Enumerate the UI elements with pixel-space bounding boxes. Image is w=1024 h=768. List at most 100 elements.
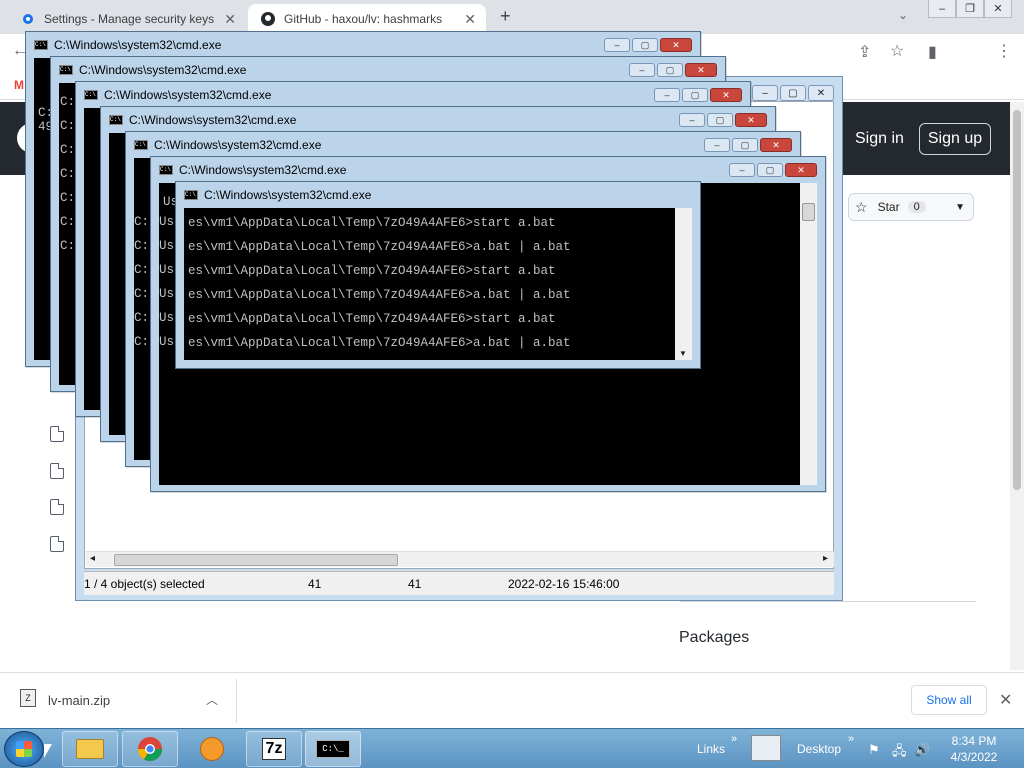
links-toolbar[interactable]: Links [697, 742, 725, 756]
chrome-taskbar-button[interactable] [122, 731, 178, 767]
gmail-icon[interactable]: M [14, 78, 24, 92]
tab-settings[interactable]: Settings - Manage security keys ✕ [8, 4, 246, 34]
new-tab-button[interactable]: + [500, 6, 518, 27]
scroll-right-icon[interactable]: ▸ [823, 553, 828, 564]
github-icon [260, 11, 276, 27]
window-title: C:\ C:\Windows\system32\cmd.exe [159, 163, 346, 177]
vertical-scrollbar[interactable] [800, 183, 817, 485]
divider [680, 601, 976, 602]
console-line: C: [134, 335, 150, 349]
minimize-button[interactable]: – [604, 38, 630, 52]
media-player-taskbar-button[interactable] [184, 731, 240, 767]
scroll-left-icon[interactable]: ◂ [90, 553, 95, 564]
download-bar: Z lv-main.zip ︿ Show all ✕ [0, 672, 1024, 727]
star-button[interactable]: ☆ Star 0 ▼ [848, 193, 974, 221]
network-icon[interactable]: 🖧 [892, 742, 907, 764]
stacked-prompt-fragments: Us Us Us Us Us Us [159, 210, 174, 354]
maximize-button[interactable]: ▢ [657, 63, 683, 77]
download-filename[interactable]: lv-main.zip [48, 693, 110, 708]
volume-icon[interactable]: 🔊 [914, 742, 930, 758]
console-line: C: [60, 239, 76, 253]
minimize-button[interactable]: – [704, 138, 730, 152]
flag-icon[interactable]: ⚑ [868, 742, 880, 758]
close-tab-icon[interactable]: ✕ [224, 11, 236, 28]
console-output[interactable]: es\vm1\AppData\Local\Temp\7zO49A4AFE6>st… [184, 208, 684, 360]
restore-button[interactable]: ▢ [780, 85, 806, 101]
show-all-button[interactable]: Show all [911, 685, 987, 715]
console-line: C: [134, 215, 150, 229]
window-title: C:\ C:\Windows\system32\cmd.exe [109, 113, 296, 127]
star-label: Star [877, 200, 900, 214]
window-controls: – ▢ ✕ [629, 63, 717, 77]
close-button[interactable]: ✕ [710, 88, 742, 102]
chevron-down-icon[interactable]: ▼ [955, 202, 965, 213]
maximize-button[interactable]: ▢ [732, 138, 758, 152]
menu-kebab-icon[interactable]: ⋮ [996, 41, 1012, 61]
cmd-window-front[interactable]: C:\ C:\Windows\system32\cmd.exe es\vm1\Ap… [175, 181, 701, 369]
close-button[interactable]: ✕ [984, 0, 1012, 18]
tab-github[interactable]: GitHub - haxou/lv: hashmarks ✕ [248, 4, 486, 34]
start-button[interactable] [4, 731, 44, 767]
minimize-button[interactable]: – [729, 163, 755, 177]
divider [236, 679, 237, 723]
window-title-text: C:\Windows\system32\cmd.exe [104, 88, 272, 102]
window-title-text: C:\Windows\system32\cmd.exe [179, 163, 347, 177]
minimize-button[interactable]: – [654, 88, 680, 102]
cmd-icon: C:\ [134, 140, 148, 150]
window-controls: – ▢ ✕ [654, 88, 742, 102]
toolbar-expand-icon[interactable]: » [848, 733, 854, 745]
bookmark-star-icon[interactable]: ☆ [890, 41, 904, 61]
tab-title: GitHub - haxou/lv: hashmarks [284, 12, 443, 26]
sign-in-link[interactable]: Sign in [855, 130, 904, 148]
explorer-taskbar-button[interactable] [62, 731, 118, 767]
close-button[interactable]: ✕ [760, 138, 792, 152]
close-button[interactable]: ✕ [660, 38, 692, 52]
close-tab-icon[interactable]: ✕ [464, 11, 476, 28]
vertical-scrollbar[interactable]: ▼ [675, 208, 692, 360]
console-line: C: [60, 167, 76, 181]
maximize-button[interactable]: ▢ [632, 38, 658, 52]
pen-icon[interactable] [751, 735, 781, 761]
window-title-text: C:\Windows\system32\cmd.exe [79, 63, 247, 77]
close-button[interactable]: ✕ [735, 113, 767, 127]
sign-up-button[interactable]: Sign up [919, 123, 991, 155]
cmd-taskbar-button[interactable]: C:\_ [305, 731, 361, 767]
maximize-button[interactable]: ▢ [757, 163, 783, 177]
close-button[interactable]: ✕ [685, 63, 717, 77]
restore-button[interactable]: ❐ [956, 0, 984, 18]
clock[interactable]: 8:34 PM 4/3/2022 [944, 733, 1004, 765]
console-line: C: [60, 215, 76, 229]
page-scrollbar[interactable] [1010, 102, 1024, 670]
scrollbar-thumb[interactable] [114, 554, 398, 566]
sevenzip-taskbar-button[interactable]: 7z [246, 731, 302, 767]
close-icon[interactable]: ✕ [999, 690, 1012, 710]
file-icon [50, 463, 64, 479]
clock-time: 8:34 PM [951, 734, 997, 748]
zip-file-icon: Z [20, 689, 36, 707]
console-line: C: [134, 287, 150, 301]
desktop-toolbar[interactable]: Desktop [797, 742, 841, 756]
maximize-button[interactable]: ▢ [707, 113, 733, 127]
minimize-button[interactable]: – [928, 0, 956, 18]
side-panel-icon[interactable]: ▮ [928, 42, 937, 62]
close-button[interactable]: ✕ [808, 85, 834, 101]
scroll-down-icon[interactable]: ▼ [679, 349, 687, 358]
minimize-button[interactable]: – [629, 63, 655, 77]
horizontal-scrollbar[interactable]: ◂ ▸ [86, 551, 834, 567]
scrollbar-thumb[interactable] [802, 203, 815, 221]
minimize-button[interactable]: – [679, 113, 705, 127]
chevron-up-icon[interactable]: ︿ [206, 691, 218, 708]
window-controls: – ❐ ✕ [928, 0, 1012, 18]
close-button[interactable]: ✕ [785, 163, 817, 177]
gear-icon [20, 11, 36, 27]
scrollbar-thumb[interactable] [1013, 110, 1021, 490]
minimize-button[interactable]: – [752, 85, 778, 101]
cmd-icon: C:\ [34, 40, 48, 50]
console-line: es\vm1\AppData\Local\Temp\7zO49A4AFE6>a.… [188, 240, 571, 254]
share-icon[interactable]: ⇪ [858, 42, 871, 62]
file-icon [50, 426, 64, 442]
toolbar-expand-icon[interactable]: » [731, 733, 737, 745]
maximize-button[interactable]: ▢ [682, 88, 708, 102]
mouse-cursor-icon [44, 744, 52, 758]
tab-search-chevron-icon[interactable]: ⌄ [898, 8, 908, 22]
